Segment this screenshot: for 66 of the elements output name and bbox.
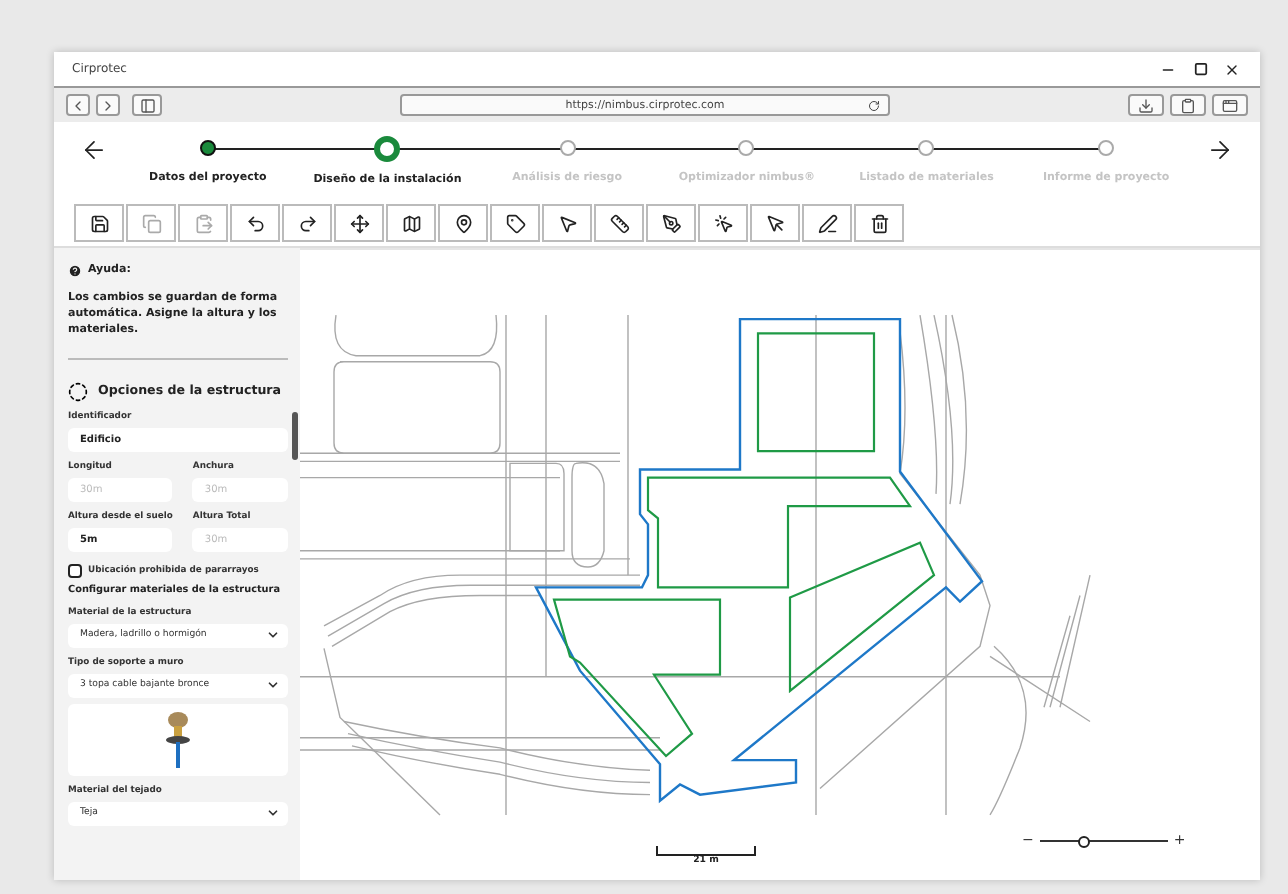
roof-area-outline[interactable] bbox=[646, 476, 913, 589]
paste-icon bbox=[193, 213, 213, 233]
step-marker[interactable] bbox=[738, 140, 755, 156]
sidebar-button[interactable] bbox=[132, 94, 162, 116]
redo-icon bbox=[297, 213, 317, 233]
measure-button[interactable] bbox=[594, 204, 644, 242]
download-button[interactable] bbox=[1128, 94, 1164, 116]
save-button[interactable] bbox=[74, 204, 124, 242]
roof-area-outline[interactable] bbox=[552, 598, 722, 758]
window-button[interactable] bbox=[1212, 94, 1248, 116]
pen-icon bbox=[661, 213, 681, 233]
chevron-right-icon bbox=[100, 97, 116, 113]
roof-area-outline[interactable] bbox=[788, 541, 936, 694]
window-icon bbox=[1222, 97, 1238, 113]
chevron-down-icon bbox=[266, 678, 280, 693]
pen-line-icon bbox=[817, 213, 837, 233]
tag-tool-button[interactable] bbox=[490, 204, 540, 242]
map-icon bbox=[401, 213, 421, 233]
step-marker[interactable] bbox=[918, 140, 935, 156]
reload-icon[interactable] bbox=[868, 99, 880, 111]
building-outline[interactable] bbox=[534, 317, 984, 804]
pointer-icon bbox=[557, 213, 577, 233]
undo-icon bbox=[245, 213, 265, 233]
map-tool-button[interactable] bbox=[386, 204, 436, 242]
map-pin-icon bbox=[453, 213, 473, 233]
ruler-icon bbox=[609, 213, 629, 233]
scrollbar-thumb[interactable] bbox=[292, 412, 298, 460]
draw-line-button[interactable] bbox=[802, 204, 852, 242]
step-marker[interactable] bbox=[559, 140, 576, 156]
zoom-thumb[interactable] bbox=[1078, 835, 1091, 847]
save-icon bbox=[89, 213, 109, 233]
delete-button[interactable] bbox=[854, 204, 904, 242]
pointer-button[interactable] bbox=[750, 204, 800, 242]
select-area-button[interactable] bbox=[698, 204, 748, 242]
chevron-down-icon bbox=[266, 628, 280, 643]
step-marker[interactable] bbox=[199, 140, 216, 156]
scale-bar-icon bbox=[656, 846, 756, 856]
sidebar-icon bbox=[139, 97, 155, 113]
trash-icon bbox=[869, 213, 889, 233]
undo-button[interactable] bbox=[230, 204, 280, 242]
cursor-icon bbox=[765, 213, 785, 233]
step-marker[interactable] bbox=[1098, 140, 1115, 156]
copy-icon bbox=[141, 213, 161, 233]
pin-tool-button[interactable] bbox=[438, 204, 488, 242]
draw-button[interactable] bbox=[646, 204, 696, 242]
help-icon bbox=[68, 264, 82, 279]
move-button[interactable] bbox=[334, 204, 384, 242]
chevron-down-icon bbox=[266, 806, 280, 821]
redo-button[interactable] bbox=[282, 204, 332, 242]
product-drawing bbox=[166, 709, 190, 770]
dashed-circle-icon bbox=[68, 381, 88, 402]
maximize-icon bbox=[1193, 62, 1207, 76]
close-icon bbox=[1224, 61, 1240, 77]
download-icon bbox=[1138, 97, 1154, 113]
tag-icon bbox=[505, 213, 525, 233]
roof-area-outline[interactable] bbox=[756, 332, 876, 453]
clipboard-icon bbox=[1180, 97, 1196, 113]
step-marker[interactable] bbox=[374, 136, 401, 162]
forward-button[interactable] bbox=[96, 94, 120, 116]
pointer-click-icon bbox=[713, 213, 733, 233]
move-icon bbox=[349, 213, 369, 233]
clipboard-button[interactable] bbox=[1170, 94, 1206, 116]
back-button[interactable] bbox=[66, 94, 90, 116]
checkbox[interactable] bbox=[68, 563, 82, 578]
chevron-left-icon bbox=[70, 97, 86, 113]
select-tool-button[interactable] bbox=[542, 204, 592, 242]
